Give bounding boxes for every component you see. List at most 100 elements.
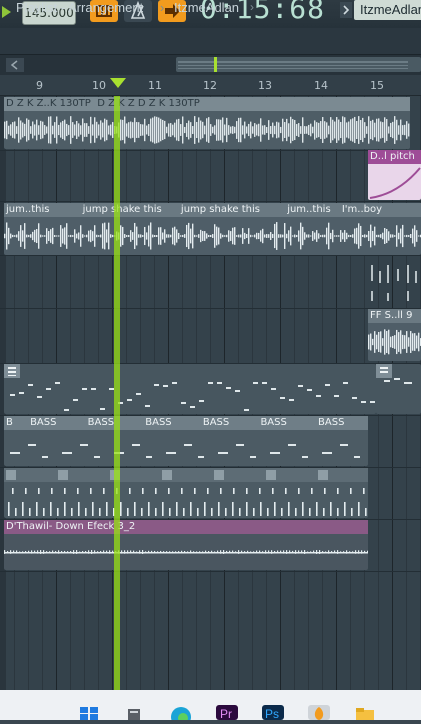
wave-bar xyxy=(138,234,140,238)
wave-bar xyxy=(338,235,340,237)
wave-bar xyxy=(253,508,255,516)
wave-bar xyxy=(284,122,286,138)
wave-bar xyxy=(340,230,342,242)
wave-bar xyxy=(30,126,32,134)
wave-bar xyxy=(8,502,10,516)
folder-icon[interactable] xyxy=(354,705,376,720)
wave-bar xyxy=(360,225,362,247)
wave-bar xyxy=(292,550,294,554)
wave-bar xyxy=(197,508,199,516)
wave-bar xyxy=(72,235,74,237)
wave-bar xyxy=(205,550,207,554)
wave-bar xyxy=(254,123,256,137)
wave-bar xyxy=(218,119,220,141)
file-icon[interactable] xyxy=(124,705,146,720)
wave-bar xyxy=(394,116,396,144)
wave-bar xyxy=(361,401,366,403)
wave-bar xyxy=(280,126,282,134)
drum-pattern xyxy=(4,468,368,516)
wave-bar xyxy=(194,234,196,238)
wave-bar xyxy=(22,551,24,553)
wave-bar xyxy=(50,116,52,144)
drum-pattern-clips[interactable] xyxy=(4,468,368,518)
clip-label: jump shake this xyxy=(180,204,260,215)
wave-bar xyxy=(262,382,267,384)
wave-bar xyxy=(164,229,166,243)
pattern-name[interactable]: ItzmeAdlan xyxy=(174,0,239,26)
wave-bar xyxy=(228,125,230,135)
wave-bar xyxy=(374,331,376,353)
bass-pattern-clips[interactable]: B BASS BASS BASS BASS BASS BASS xyxy=(4,416,368,466)
wave-bar xyxy=(132,444,140,446)
wave-bar xyxy=(226,234,228,238)
melody-pattern-clip-2[interactable] xyxy=(376,364,421,414)
wave-bar xyxy=(151,550,153,554)
vocal-chop-clips[interactable]: jum..this jump shake this jump shake thi… xyxy=(4,203,421,255)
wave-bar xyxy=(280,397,285,399)
wave-bar xyxy=(4,233,6,239)
wave-bar xyxy=(162,119,164,141)
wave-bar xyxy=(288,502,290,516)
wave-bar xyxy=(130,121,132,139)
wave-bar xyxy=(126,123,128,137)
wave-bar xyxy=(250,121,252,139)
wave-bar xyxy=(233,488,235,494)
pitch-automation-clip[interactable]: D..l pitch xyxy=(368,150,421,200)
wave-bar xyxy=(148,124,150,136)
wave-bar xyxy=(85,508,87,516)
scrollbar-thumb[interactable] xyxy=(176,57,421,72)
wave-bar xyxy=(416,335,418,349)
wave-bar xyxy=(127,508,129,516)
wave-bar xyxy=(286,233,288,239)
wave-bar xyxy=(109,550,111,554)
wave-bar xyxy=(238,234,240,238)
wave-bar xyxy=(141,508,143,516)
edge-browser-icon[interactable] xyxy=(170,705,192,724)
wave-bar xyxy=(169,551,171,553)
wave-bar xyxy=(418,332,420,352)
wave-bar xyxy=(186,123,188,137)
wave-bar xyxy=(37,396,42,398)
playhead-marker[interactable] xyxy=(110,78,126,88)
wave-bar xyxy=(104,118,106,142)
wave-bar xyxy=(248,228,250,244)
wave-bar xyxy=(175,551,177,553)
play-triangle-icon[interactable] xyxy=(2,6,11,18)
wave-bar xyxy=(334,395,339,397)
scroll-left-arrow[interactable] xyxy=(6,58,24,72)
audio-clip-ff[interactable]: FF S..ll 9 xyxy=(368,309,421,361)
wave-bar xyxy=(40,234,42,238)
wave-bar xyxy=(190,228,192,244)
wave-bar xyxy=(416,230,418,242)
user-name-box[interactable]: ItzmeAdlan xyxy=(354,0,421,20)
wave-bar xyxy=(25,551,27,553)
user-arrow-button[interactable] xyxy=(340,2,352,18)
wave-bar xyxy=(16,550,18,554)
premiere-icon[interactable]: Pr xyxy=(216,705,238,721)
wave-bar xyxy=(244,409,249,411)
wave-bar xyxy=(218,502,220,516)
wave-bar xyxy=(144,118,146,142)
wave-bar xyxy=(268,550,270,554)
wave-bar xyxy=(50,502,52,516)
wave-bar xyxy=(36,119,38,141)
wave-bar xyxy=(265,550,267,554)
wave-bar xyxy=(222,234,224,238)
wave-bar xyxy=(178,232,180,240)
wave-bar xyxy=(132,232,134,240)
wave-bar xyxy=(374,226,376,246)
wave-bar xyxy=(262,125,264,135)
audio-clip-dthawil[interactable]: D'Thawil- Down Efeck 3_2 xyxy=(4,520,368,570)
wave-bar xyxy=(208,382,213,384)
bar-number: 14 xyxy=(314,79,328,92)
audio-clip-dzk[interactable]: D Z K Z..K 130TP D Z K Z D Z K 130TP xyxy=(4,97,410,149)
wave-bar xyxy=(184,444,192,446)
fl-studio-icon[interactable] xyxy=(308,705,330,720)
wave-bar xyxy=(364,550,366,554)
melody-pattern-clip[interactable] xyxy=(4,364,376,414)
windows-start-icon[interactable] xyxy=(78,705,100,720)
wave-bar xyxy=(286,118,288,142)
photoshop-icon[interactable]: Ps xyxy=(262,705,284,721)
wave-bar xyxy=(96,121,98,139)
wave-bar xyxy=(74,124,76,136)
